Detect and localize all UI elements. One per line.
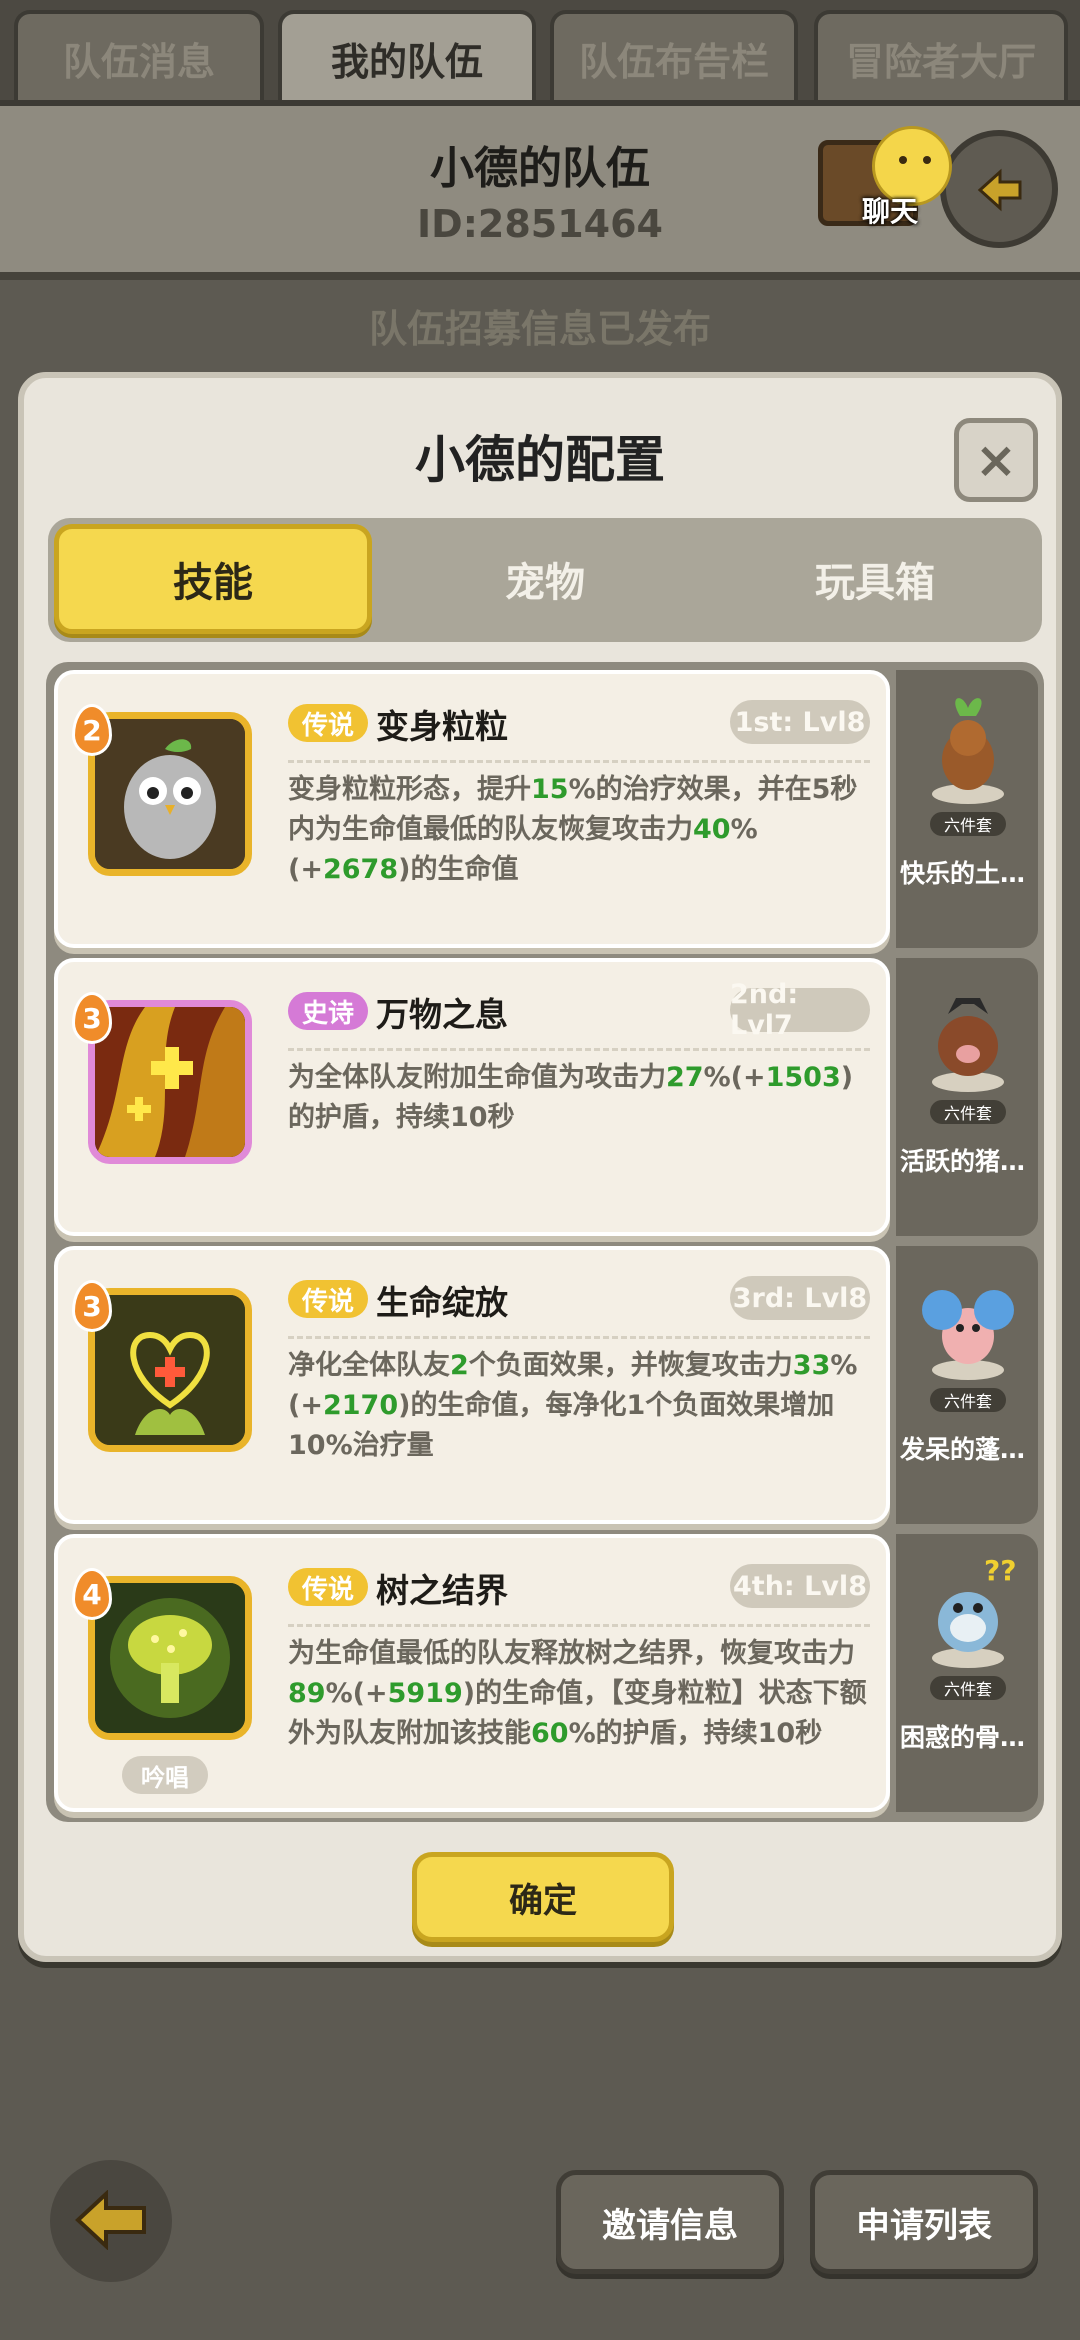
pet-panel[interactable]: 六件套 发呆的蓬… <box>896 1246 1038 1524</box>
recruit-status: 队伍招募信息已发布 <box>368 307 711 351</box>
tab-team-messages[interactable]: 队伍消息 <box>14 10 264 102</box>
divider <box>288 1624 870 1627</box>
skill-slot-badge: 4th: Lvl8 <box>730 1564 870 1608</box>
chant-tag: 吟唱 <box>122 1756 208 1794</box>
invite-info-button[interactable]: 邀请信息 <box>556 2170 784 2274</box>
return-icon[interactable] <box>940 130 1058 248</box>
set-badge: 六件套 <box>930 1676 1006 1700</box>
pet-name: 快乐的土… <box>900 859 1026 888</box>
skill-card[interactable]: 3 传说 生命绽放 3rd: Lvl8 净化全体队友2个负面效果，并恢复攻击力3… <box>54 1246 890 1524</box>
skill-card[interactable]: 3 史诗 万物之息 2nd: Lvl7 为全体队友附加生命值为攻击力27%(+1… <box>54 958 890 1236</box>
pet-name: 发呆的蓬… <box>900 1435 1026 1464</box>
pet-figure-icon <box>932 698 1004 804</box>
config-tab-bar: 技能 宠物 玩具箱 <box>48 518 1042 642</box>
pet-panel[interactable]: ?? 六件套 困惑的骨… <box>896 1534 1038 1812</box>
rarity-badge: 史诗 <box>288 992 368 1030</box>
skill-card[interactable]: 4 吟唱 传说 树之结界 4th: Lvl8 为生命值最低的队友释放树之结界，恢… <box>54 1534 890 1812</box>
skill-slot-badge: 2nd: Lvl7 <box>730 979 870 1041</box>
skill-description: 为全体队友附加生命值为攻击力27%(+1503)的护盾，持续10秒 <box>288 1062 854 1133</box>
heart-bloom-skill-icon <box>88 1288 252 1452</box>
config-modal: 小德的配置 × 技能 宠物 玩具箱 2 传说 变身粒粒 1st: Lvl8 变身… <box>18 372 1062 1962</box>
tree-barrier-skill-icon <box>88 1576 252 1740</box>
skill-description: 净化全体队友2个负面效果，并恢复攻击力33%(+2170)的生命值，每净化1个负… <box>288 1350 858 1461</box>
divider <box>288 760 870 763</box>
skill-name: 万物之息 <box>376 995 508 1034</box>
tab-skills[interactable]: 技能 <box>54 524 372 634</box>
owl-skill-icon <box>88 712 252 876</box>
tab-adventurer-hall[interactable]: 冒险者大厅 <box>814 10 1068 102</box>
chat-label[interactable]: 聊天 <box>862 190 918 230</box>
pet-panel[interactable]: 六件套 活跃的猪… <box>896 958 1038 1236</box>
skill-description: 变身粒粒形态，提升15%的治疗效果，并在5秒内为生命值最低的队友恢复攻击力40%… <box>288 774 858 885</box>
tab-my-team[interactable]: 我的队伍 <box>278 10 536 102</box>
pet-panel[interactable]: 六件套 快乐的土… <box>896 670 1038 948</box>
pet-name: 困惑的骨… <box>900 1723 1026 1752</box>
pet-figure-icon <box>932 998 1004 1092</box>
close-button[interactable]: × <box>954 418 1038 502</box>
skill-name: 生命绽放 <box>376 1283 508 1322</box>
top-tab-bar: 队伍消息 我的队伍 队伍布告栏 冒险者大厅 <box>0 0 1080 108</box>
skill-description: 为生命值最低的队友释放树之结界，恢复攻击力89%(+5919)的生命值，【变身粒… <box>288 1638 867 1749</box>
back-arrow-icon[interactable] <box>50 2160 172 2282</box>
skill-name: 变身粒粒 <box>376 707 508 746</box>
tab-toy-box[interactable]: 玩具箱 <box>716 524 1034 634</box>
set-badge: 六件套 <box>930 812 1006 836</box>
divider <box>288 1048 870 1051</box>
modal-title: 小德的配置 <box>415 431 665 489</box>
breath-skill-icon <box>88 1000 252 1164</box>
pet-figure-icon: ?? <box>932 1554 1016 1668</box>
rarity-badge: 传说 <box>288 704 368 742</box>
svg-text:??: ?? <box>984 1554 1016 1587</box>
tab-pets[interactable]: 宠物 <box>386 524 704 634</box>
skill-slot-badge: 1st: Lvl8 <box>730 700 870 744</box>
apply-list-button[interactable]: 申请列表 <box>810 2170 1038 2274</box>
set-badge: 六件套 <box>930 1100 1006 1124</box>
rarity-badge: 传说 <box>288 1280 368 1318</box>
tab-team-board[interactable]: 队伍布告栏 <box>550 10 798 102</box>
confirm-button[interactable]: 确定 <box>412 1852 674 1942</box>
skill-slot-badge: 3rd: Lvl8 <box>730 1276 870 1320</box>
rarity-badge: 传说 <box>288 1568 368 1606</box>
divider <box>288 1336 870 1339</box>
skill-list: 2 传说 变身粒粒 1st: Lvl8 变身粒粒形态，提升15%的治疗效果，并在… <box>46 662 1044 1822</box>
pet-name: 活跃的猪… <box>900 1147 1026 1176</box>
skill-name: 树之结界 <box>376 1571 508 1610</box>
set-badge: 六件套 <box>930 1388 1006 1412</box>
skill-card[interactable]: 2 传说 变身粒粒 1st: Lvl8 变身粒粒形态，提升15%的治疗效果，并在… <box>54 670 890 948</box>
pet-figure-icon <box>922 1290 1014 1380</box>
